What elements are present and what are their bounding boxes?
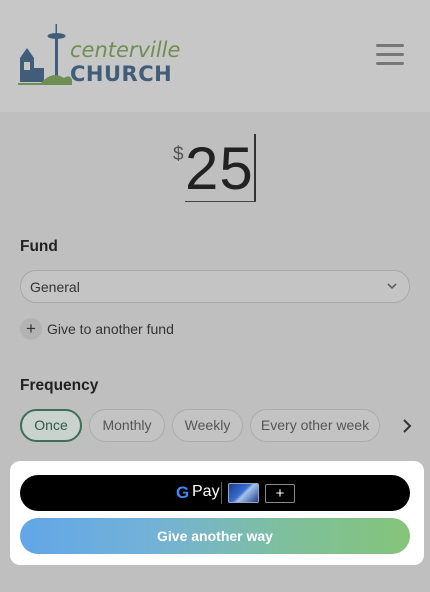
frequency-option-weekly[interactable]: Weekly bbox=[172, 409, 243, 442]
frequency-option-monthly[interactable]: Monthly bbox=[89, 409, 165, 442]
frequency-option-every-other-week[interactable]: Every other week bbox=[250, 409, 380, 442]
church-logo[interactable]: centerville CHURCH bbox=[18, 22, 181, 88]
add-another-fund-label: Give to another fund bbox=[47, 321, 174, 337]
text-caret bbox=[254, 134, 256, 202]
google-pay-divider bbox=[221, 482, 222, 504]
frequency-option-once[interactable]: Once bbox=[20, 409, 82, 442]
plus-icon: + bbox=[20, 318, 42, 340]
site-header: centerville CHURCH bbox=[0, 0, 430, 112]
fund-select-value: General bbox=[30, 279, 80, 295]
amount-input[interactable]: $ 25 bbox=[0, 132, 430, 206]
add-another-fund-button[interactable]: + Give to another fund bbox=[20, 318, 190, 340]
add-card-icon: + bbox=[265, 484, 295, 503]
church-skyline-icon bbox=[18, 24, 72, 85]
google-g-icon: G bbox=[176, 483, 190, 502]
give-another-way-button[interactable]: Give another way bbox=[20, 518, 410, 554]
fund-label: Fund bbox=[20, 238, 58, 255]
fund-select[interactable]: General bbox=[20, 270, 410, 303]
google-pay-label: Pay bbox=[192, 483, 220, 500]
logo-text-top: centerville bbox=[70, 38, 181, 62]
amount-value[interactable]: 25 bbox=[185, 136, 254, 202]
currency-symbol: $ bbox=[173, 144, 184, 165]
chevron-down-icon bbox=[387, 283, 397, 290]
card-icon bbox=[228, 483, 259, 503]
chevron-right-icon[interactable] bbox=[398, 417, 416, 435]
amount-underline bbox=[185, 201, 256, 202]
logo-text-bottom: CHURCH bbox=[70, 62, 173, 86]
hamburger-menu-icon[interactable] bbox=[376, 44, 404, 66]
google-pay-button[interactable]: G Pay + bbox=[20, 475, 410, 511]
frequency-label: Frequency bbox=[20, 377, 99, 394]
